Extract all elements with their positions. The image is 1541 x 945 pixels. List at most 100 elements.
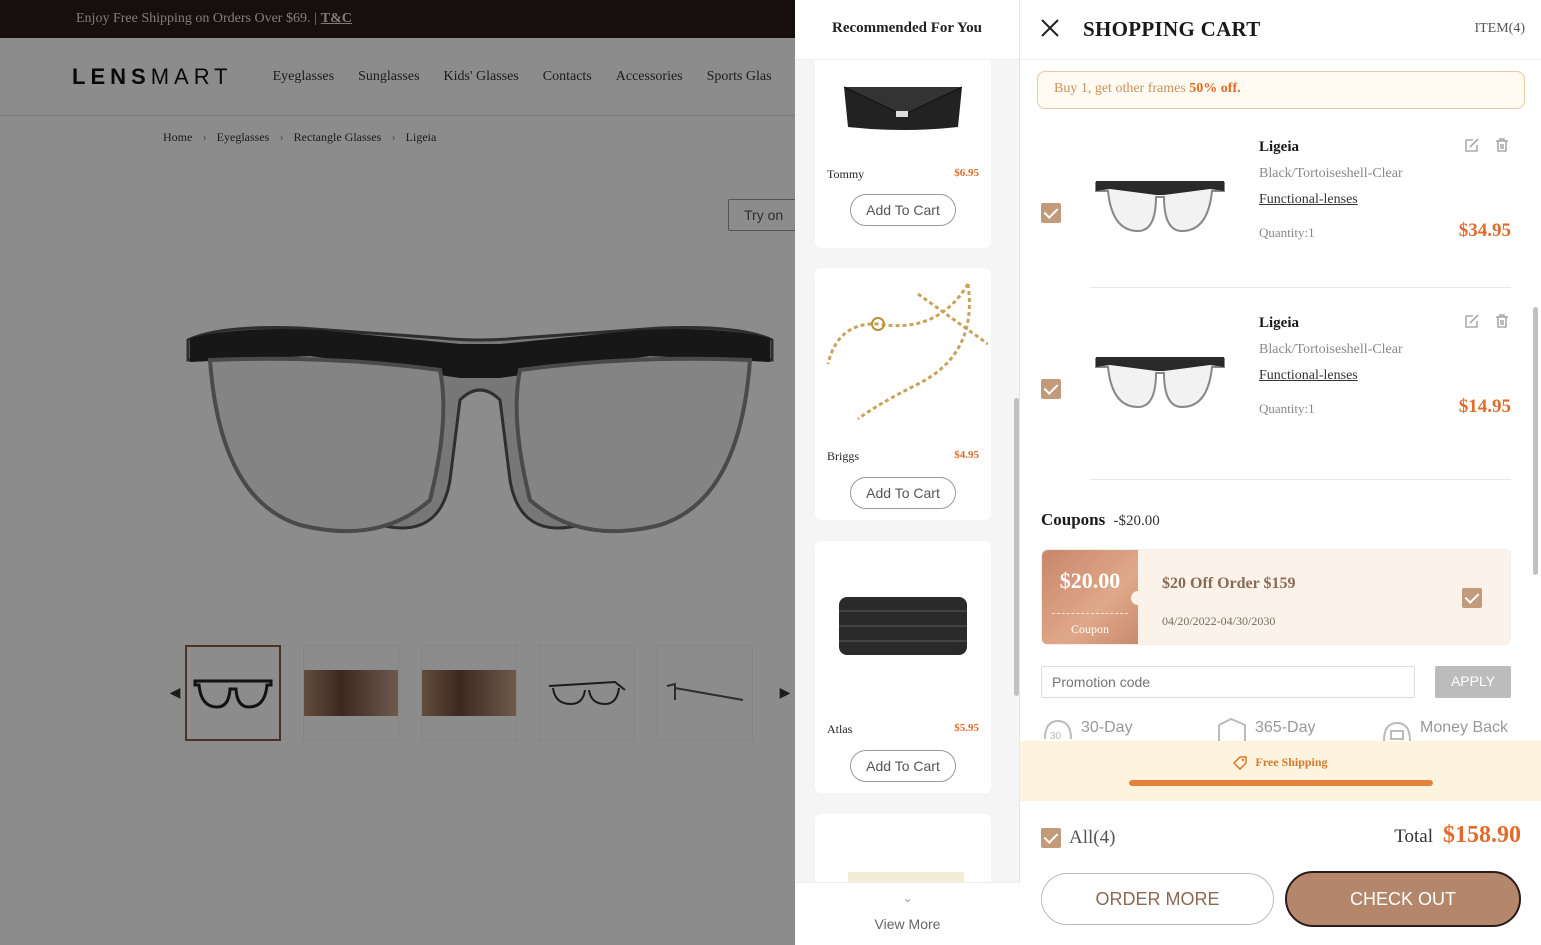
glasses-case-icon bbox=[843, 86, 963, 130]
rec-price: $5.95 bbox=[954, 722, 979, 734]
money-back-icon bbox=[1383, 721, 1411, 741]
product-image bbox=[848, 872, 964, 882]
item-checkbox[interactable] bbox=[1041, 203, 1061, 223]
free-shipping-label: Free Shipping bbox=[1255, 755, 1328, 769]
cart-panel: SHOPPING CART ITEM(4) Buy 1, get other f… bbox=[1020, 0, 1541, 945]
dim-overlay[interactable] bbox=[0, 0, 795, 945]
recommended-list[interactable]: Tommy $6.95 Add To Cart Briggs $4.95 Add… bbox=[795, 60, 1020, 882]
item-checkbox[interactable] bbox=[1041, 379, 1061, 399]
item-name[interactable]: Ligeia bbox=[1259, 315, 1299, 332]
glasses-chain-icon bbox=[826, 283, 988, 421]
coupon-checkbox[interactable] bbox=[1462, 588, 1482, 608]
rec-card: Briggs $4.95 Add To Cart bbox=[815, 268, 991, 520]
page: Enjoy Free Shipping on Orders Over $69. … bbox=[0, 0, 1541, 945]
coupon-stub-label: Coupon bbox=[1070, 622, 1109, 636]
close-icon[interactable] bbox=[1040, 18, 1060, 38]
view-more[interactable]: ⌄ View More bbox=[795, 882, 1020, 945]
product-image bbox=[815, 60, 991, 160]
promo-highlight: 50% off. bbox=[1189, 81, 1241, 96]
total-label: Total bbox=[1394, 826, 1433, 847]
rec-card: Atlas $5.95 Add To Cart bbox=[815, 541, 991, 793]
recommended-title: Recommended For You bbox=[795, 0, 1019, 60]
cart-title: SHOPPING CART bbox=[1083, 17, 1261, 41]
perk-365-day: 365-Day bbox=[1215, 715, 1315, 741]
divider bbox=[1090, 479, 1511, 480]
item-quantity: Quantity:1 bbox=[1259, 225, 1315, 240]
trash-icon[interactable] bbox=[1494, 137, 1510, 153]
shipping-progress bbox=[1129, 780, 1433, 786]
woven-case-icon bbox=[839, 597, 967, 655]
product-image bbox=[1095, 181, 1225, 233]
coupons-label: Coupons bbox=[1041, 510, 1106, 529]
promotion-code-input[interactable] bbox=[1041, 666, 1415, 698]
return-icon: 30 bbox=[1044, 719, 1072, 741]
select-all-checkbox[interactable] bbox=[1041, 828, 1061, 848]
edit-icon[interactable] bbox=[1464, 137, 1480, 153]
trash-icon[interactable] bbox=[1494, 313, 1510, 329]
divider bbox=[1052, 613, 1128, 614]
add-to-cart-button[interactable]: Add To Cart bbox=[850, 477, 956, 509]
promo-banner: Buy 1, get other frames 50% off. bbox=[1037, 71, 1525, 109]
free-shipping-bar: Free Shipping bbox=[1020, 741, 1541, 801]
item-quantity: Quantity:1 bbox=[1259, 401, 1315, 416]
item-price: $14.95 bbox=[1458, 396, 1511, 417]
perk-label: Money Back bbox=[1420, 719, 1509, 736]
coupon-date: 04/20/2022-04/30/2030 bbox=[1162, 614, 1276, 628]
rec-card bbox=[815, 814, 991, 882]
recommended-scrollbar[interactable] bbox=[1013, 60, 1020, 882]
promo-text: Buy 1, get other frames bbox=[1054, 81, 1186, 96]
add-to-cart-button[interactable]: Add To Cart bbox=[850, 194, 956, 226]
cart-scrollbar[interactable] bbox=[1532, 127, 1540, 741]
product-image bbox=[1095, 357, 1225, 409]
item-price: $34.95 bbox=[1458, 220, 1511, 241]
add-to-cart-button[interactable]: Add To Cart bbox=[850, 750, 956, 782]
perk-label: 30-Day bbox=[1081, 719, 1133, 736]
perk-label: 365-Day bbox=[1255, 719, 1316, 736]
perk-money-back: Money Back bbox=[1380, 715, 1508, 741]
coupons-discount: -$20.00 bbox=[1113, 513, 1160, 529]
cart-item: Ligeia Black/Tortoiseshell-Clear Functio… bbox=[1020, 303, 1541, 480]
apply-button[interactable]: APPLY bbox=[1435, 666, 1511, 698]
coupon-amount: $20.00 bbox=[1059, 568, 1121, 593]
chevron-down-icon: ⌄ bbox=[902, 891, 913, 905]
item-lens-link[interactable]: Functional-lenses bbox=[1259, 192, 1358, 208]
item-color: Black/Tortoiseshell-Clear bbox=[1259, 166, 1403, 181]
select-all[interactable]: All(4) bbox=[1041, 827, 1115, 849]
coupon-card[interactable]: $20.00 Coupon $20 Off Order $159 04/20/2… bbox=[1041, 549, 1511, 645]
tag-icon bbox=[1233, 755, 1248, 770]
cart-item-count: ITEM(4) bbox=[1474, 21, 1525, 36]
rec-card: Tommy $6.95 Add To Cart bbox=[815, 60, 991, 248]
item-name[interactable]: Ligeia bbox=[1259, 139, 1299, 156]
product-image bbox=[815, 274, 991, 424]
divider bbox=[1090, 287, 1511, 288]
checkout-button[interactable]: CHECK OUT bbox=[1285, 871, 1521, 927]
scroll-thumb[interactable] bbox=[1533, 307, 1538, 575]
item-lens-link[interactable]: Functional-lenses bbox=[1259, 368, 1358, 384]
rec-name[interactable]: Briggs bbox=[827, 449, 859, 464]
rec-name[interactable]: Atlas bbox=[827, 722, 852, 737]
rec-price: $6.95 bbox=[954, 167, 979, 179]
cart-items-scroll[interactable]: Ligeia Black/Tortoiseshell-Clear Functio… bbox=[1020, 127, 1541, 741]
coupons-heading: Coupons -$20.00 bbox=[1041, 510, 1160, 530]
edit-icon[interactable] bbox=[1464, 313, 1480, 329]
recommended-panel: Recommended For You Tommy $6.95 Add To C… bbox=[795, 0, 1020, 945]
warranty-icon bbox=[1218, 717, 1246, 741]
rec-price: $4.95 bbox=[954, 449, 979, 461]
coupon-stub: $20.00 Coupon bbox=[1042, 550, 1145, 644]
scroll-thumb[interactable] bbox=[1014, 398, 1019, 696]
order-more-button[interactable]: ORDER MORE bbox=[1041, 873, 1274, 925]
view-more-label: View More bbox=[874, 916, 941, 932]
cart-total: Total $158.90 bbox=[1394, 822, 1521, 849]
coupon-title: $20 Off Order $159 bbox=[1162, 575, 1296, 592]
rec-name[interactable]: Tommy bbox=[827, 167, 864, 182]
cart-header: SHOPPING CART ITEM(4) bbox=[1020, 0, 1541, 60]
select-all-label: All(4) bbox=[1069, 827, 1116, 848]
perk-30-day: 30 30-Day bbox=[1041, 715, 1133, 741]
cart-item: Ligeia Black/Tortoiseshell-Clear Functio… bbox=[1020, 127, 1541, 303]
total-value: $158.90 bbox=[1443, 822, 1521, 848]
product-image bbox=[815, 551, 991, 701]
svg-text:30: 30 bbox=[1050, 731, 1062, 741]
item-color: Black/Tortoiseshell-Clear bbox=[1259, 342, 1403, 357]
shipping-progress-fill bbox=[1129, 780, 1433, 786]
product-page-background: Enjoy Free Shipping on Orders Over $69. … bbox=[0, 0, 795, 945]
